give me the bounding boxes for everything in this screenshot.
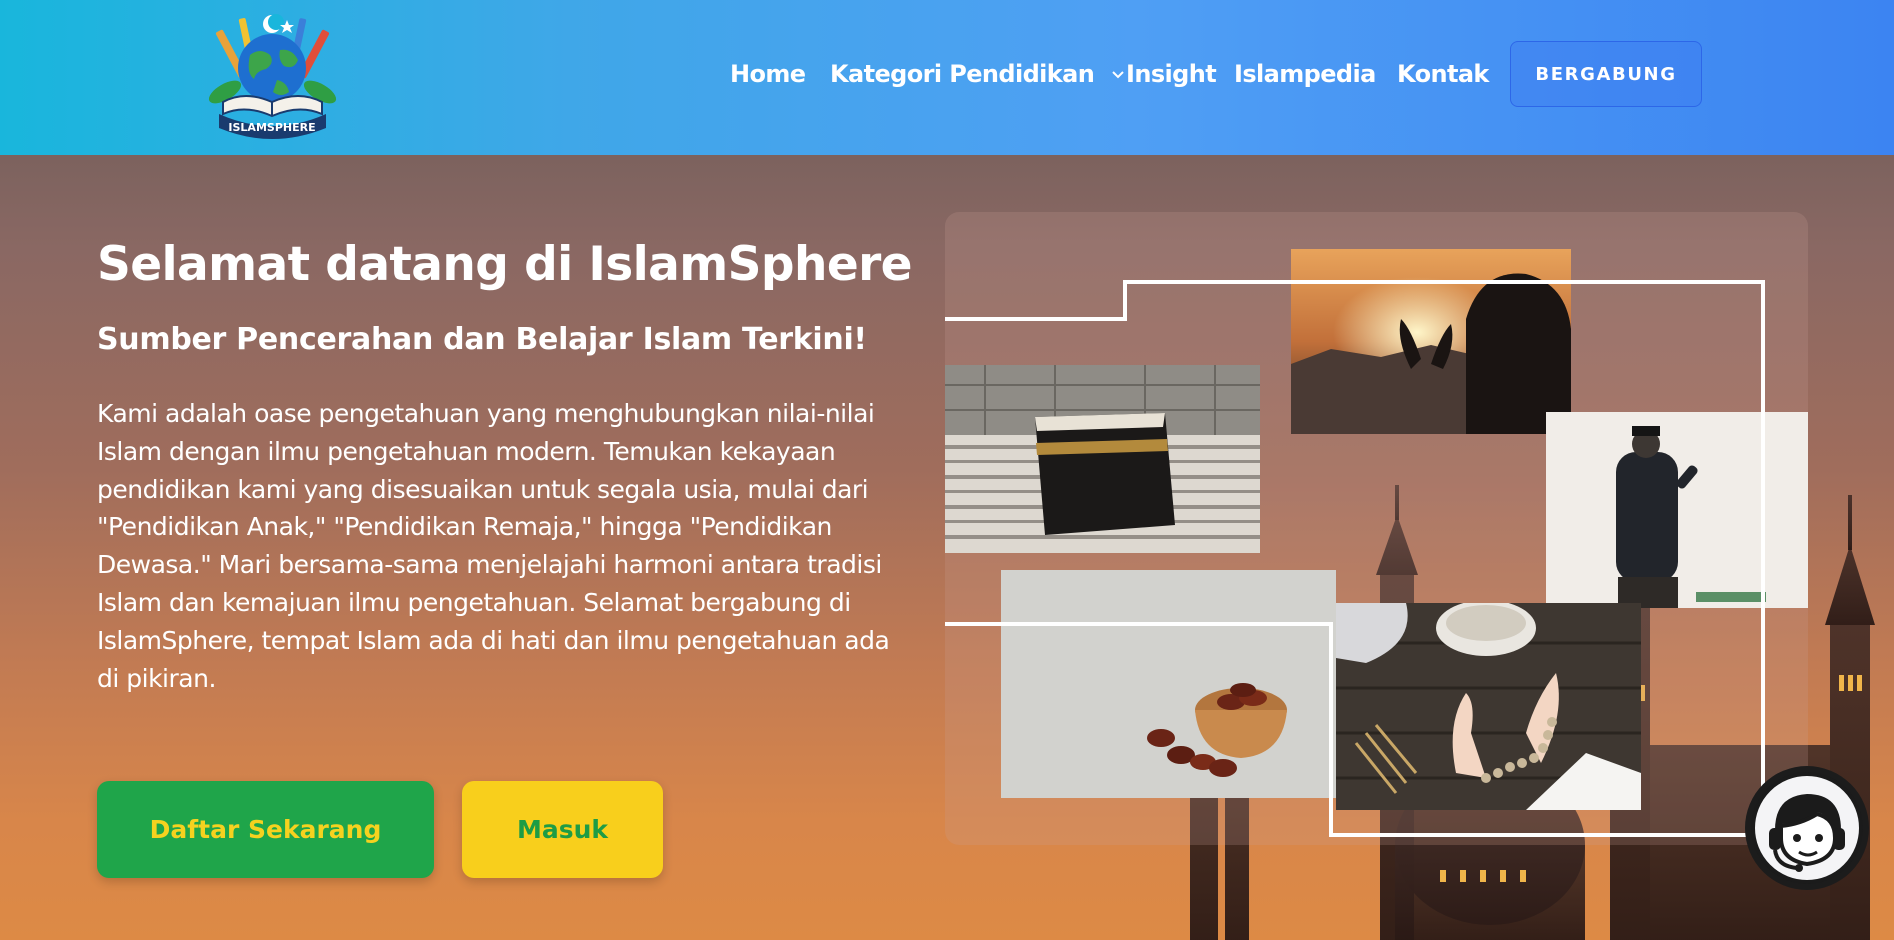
hero-description: Kami adalah oase pengetahuan yang menghu… <box>97 399 890 693</box>
collage-frame-lines <box>945 280 1765 837</box>
logo-text: ISLAMSPHERE <box>228 121 315 134</box>
nav-insight[interactable]: Insight <box>1126 60 1217 88</box>
nav-kontak[interactable]: Kontak <box>1397 60 1489 88</box>
customer-support-button[interactable] <box>1745 766 1869 890</box>
hero-subtitle: Sumber Pencerahan dan Belajar Islam Terk… <box>97 322 867 357</box>
nav-kategori-pendidikan[interactable]: Kategori Pendidikan <box>830 60 1124 88</box>
chevron-down-icon <box>1112 71 1124 79</box>
nav-home[interactable]: Home <box>730 60 806 88</box>
hero-title: Selamat datang di IslamSphere <box>97 237 913 292</box>
site-header: ISLAMSPHERE Home Kategori Pendidikan Ins… <box>0 0 1894 155</box>
nav-islampedia[interactable]: Islampedia <box>1234 60 1376 88</box>
hero-section: Selamat datang di IslamSphere Sumber Pen… <box>0 155 1894 940</box>
customer-support-icon <box>1751 772 1863 884</box>
register-button[interactable]: Daftar Sekarang <box>97 781 434 878</box>
login-button[interactable]: Masuk <box>462 781 663 878</box>
join-button[interactable]: BERGABUNG <box>1510 41 1702 107</box>
nav-kategori-label: Kategori Pendidikan <box>830 60 1095 88</box>
islamsphere-logo[interactable]: ISLAMSPHERE <box>205 10 340 145</box>
